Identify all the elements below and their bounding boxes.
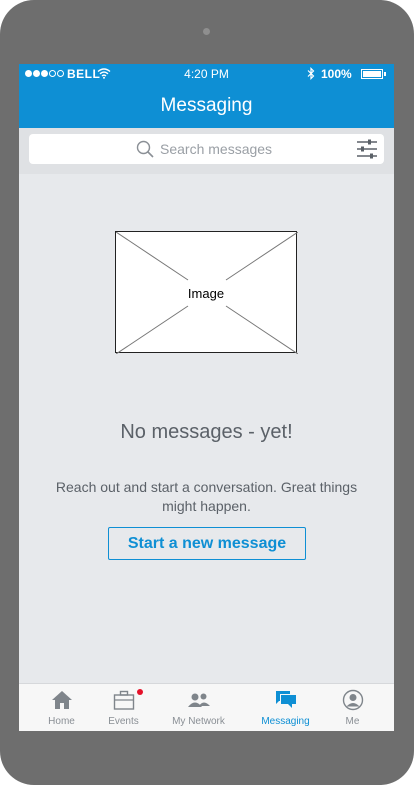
tab-events[interactable]: Events (86, 684, 161, 731)
tab-messaging[interactable]: Messaging (248, 684, 323, 731)
people-icon (161, 689, 236, 711)
nav-bar: Messaging (19, 84, 394, 128)
empty-state-title: No messages - yet! (120, 421, 293, 443)
bluetooth-icon (307, 67, 315, 83)
placeholder-image: Image (115, 231, 298, 354)
tab-bar: Home Events My Network Messaging Me (19, 683, 394, 731)
tab-label: Messaging (261, 716, 310, 727)
tab-me[interactable]: Me (315, 684, 390, 731)
briefcase-icon (86, 689, 161, 711)
tab-label: Events (108, 716, 139, 727)
notification-badge (137, 689, 143, 695)
status-bar: BELL 4:20 PM 100% (19, 64, 394, 84)
battery-icon (361, 69, 386, 79)
battery-percentage: 100% (321, 67, 352, 81)
speaker (203, 28, 210, 35)
chat-icon (248, 689, 323, 711)
search-icon (136, 140, 154, 163)
page-title: Messaging (160, 95, 253, 116)
search-input[interactable]: Search messages (29, 134, 384, 164)
search-placeholder: Search messages (160, 141, 273, 157)
start-new-message-button[interactable]: Start a new message (108, 527, 306, 560)
filter-icon[interactable] (356, 138, 378, 165)
tab-my-network[interactable]: My Network (161, 684, 236, 731)
tab-label: Me (345, 716, 360, 727)
search-bar: Search messages (19, 128, 394, 174)
empty-state-description: Reach out and start a conversation. Grea… (55, 479, 358, 514)
profile-icon (315, 689, 390, 711)
screen: BELL 4:20 PM 100% Messaging Search messa… (19, 64, 394, 731)
phone-frame: BELL 4:20 PM 100% Messaging Search messa… (0, 0, 414, 785)
image-label: Image (187, 286, 225, 301)
tab-label: My Network (172, 716, 225, 727)
